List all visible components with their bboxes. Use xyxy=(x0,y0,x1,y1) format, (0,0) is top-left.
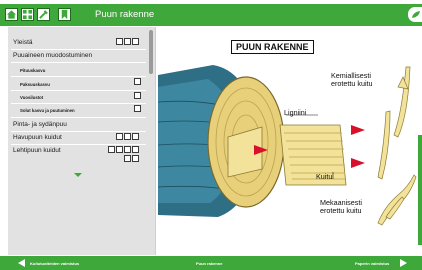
item-tools-5 xyxy=(116,133,139,140)
page-title: PUUN RAKENNE xyxy=(231,40,314,54)
app-window: Puun rakenne Yleistä Puuaineen muodostum… xyxy=(0,0,422,270)
photo-icon[interactable] xyxy=(134,78,141,85)
divider xyxy=(11,144,146,145)
window-title: Puun rakenne xyxy=(95,9,155,20)
sidebar-item-pituuskasvu[interactable]: Pituuskasvu xyxy=(20,67,45,75)
photo-icon[interactable] xyxy=(134,92,141,99)
label-fiber: Kuitu xyxy=(316,172,333,181)
arrow-red-2 xyxy=(351,125,365,135)
photo-icon[interactable] xyxy=(124,133,131,140)
sidebar-menu: Yleistä Puuaineen muodostuminen Pituuska… xyxy=(8,27,156,255)
bottom-navigation: Kuitutuotteiden valmistus Puun rakenne P… xyxy=(0,249,422,270)
next-arrow-icon[interactable] xyxy=(400,259,407,267)
text-icon[interactable] xyxy=(124,146,131,153)
sidebar-scrollbar[interactable] xyxy=(149,30,153,74)
top-toolbar: Puun rakenne xyxy=(0,4,422,26)
sidebar-item-vuosilustot[interactable]: Vuosilustot xyxy=(20,94,43,102)
fiber-bundle xyxy=(279,124,347,186)
up-arrow-icon[interactable] xyxy=(211,249,219,255)
divider xyxy=(11,117,146,118)
text-icon[interactable] xyxy=(132,133,139,140)
divider xyxy=(11,131,146,132)
content-area: PUUN RAKENNE Kemiallisesti erotettu kuit… xyxy=(158,27,422,255)
audio-icon[interactable] xyxy=(124,155,131,162)
help-button[interactable] xyxy=(408,7,422,22)
sidebar-item-yleista[interactable]: Yleistä xyxy=(13,39,33,47)
tools-button[interactable] xyxy=(37,8,50,21)
leaf-icon xyxy=(412,11,420,18)
divider xyxy=(11,62,146,63)
item-tools-2 xyxy=(134,78,141,85)
scroll-down-icon[interactable] xyxy=(74,173,82,177)
divider xyxy=(11,49,146,50)
sidebar-item-muodostuminen[interactable]: Puuaineen muodostuminen xyxy=(13,52,92,60)
label-lignin: Ligniini xyxy=(284,108,307,117)
photo-icon[interactable] xyxy=(134,105,141,112)
previous-link[interactable]: Kuitutuotteiden valmistus xyxy=(30,261,79,266)
sidebar-item-paksuuskasvu[interactable]: Paksuuskasvu xyxy=(20,81,50,89)
chart-icon[interactable] xyxy=(108,146,115,153)
link-icon[interactable] xyxy=(132,155,139,162)
divider xyxy=(11,90,146,91)
label-chemical-fiber: Kemiallisesti erotettu kuitu xyxy=(331,71,373,88)
item-tools-1 xyxy=(116,38,139,45)
arrow-red-3 xyxy=(351,158,365,168)
text-icon[interactable] xyxy=(132,38,139,45)
photo-icon[interactable] xyxy=(124,38,131,45)
video-icon[interactable] xyxy=(132,146,139,153)
previous-arrow-icon[interactable] xyxy=(18,259,25,267)
divider xyxy=(11,76,146,77)
item-tools-6 xyxy=(108,146,139,153)
sidebar-item-pinta[interactable]: Pinta- ja sydänpuu xyxy=(13,121,67,129)
wood-structure-illustration xyxy=(158,65,417,226)
sidebar-item-lehtipuu[interactable]: Lehtipuun kuidut xyxy=(13,147,61,155)
bookmark-icon xyxy=(61,9,68,20)
item-tools-3 xyxy=(134,92,141,99)
photo-icon[interactable] xyxy=(116,146,123,153)
divider xyxy=(11,103,146,104)
grid-icon xyxy=(22,9,33,20)
tools-icon xyxy=(39,10,48,19)
item-tools-7 xyxy=(124,155,139,162)
home-button[interactable] xyxy=(5,8,18,21)
item-tools-4 xyxy=(134,105,141,112)
sidebar-item-solut[interactable]: Solut kasvu ja puutuminen xyxy=(20,107,75,115)
bookmark-button[interactable] xyxy=(58,8,71,21)
label-mechanical-fiber: Mekaanisesti erotettu kuitu xyxy=(320,198,362,215)
up-link[interactable]: Puun rakenne xyxy=(196,261,222,266)
next-link[interactable]: Paperin valmistus xyxy=(355,261,389,266)
chart-icon[interactable] xyxy=(116,133,123,140)
side-tab[interactable] xyxy=(418,135,422,245)
sidebar-item-havupuu[interactable]: Havupuun kuidut xyxy=(13,134,62,142)
chart-icon[interactable] xyxy=(116,38,123,45)
home-icon xyxy=(6,10,17,19)
grid-button[interactable] xyxy=(21,8,34,21)
